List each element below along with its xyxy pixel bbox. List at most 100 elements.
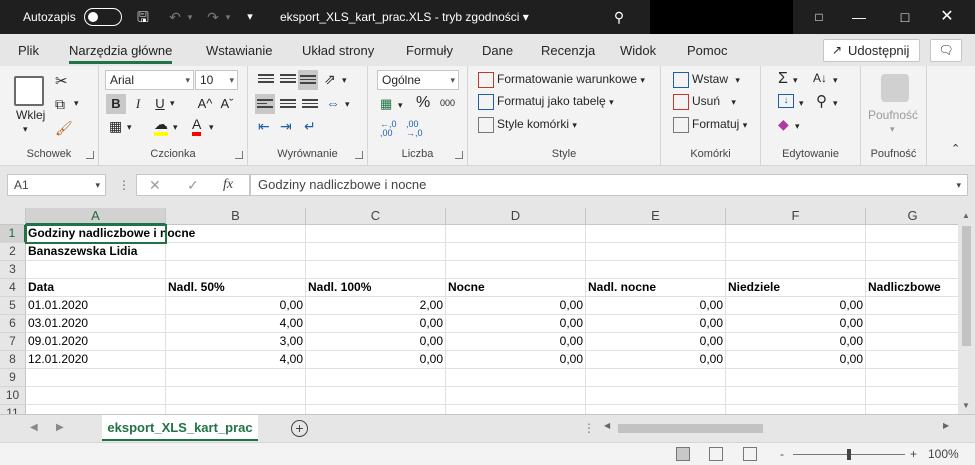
cell-d10[interactable] [446, 387, 586, 405]
borders-icon[interactable]: ▦ [109, 118, 122, 135]
normal-view-icon[interactable] [676, 447, 690, 461]
sort-dropdown-icon[interactable]: ▾ [833, 75, 838, 86]
orientation-dropdown-icon[interactable]: ▾ [342, 75, 347, 86]
cell-g2[interactable] [866, 243, 958, 261]
cell-a10[interactable] [26, 387, 166, 405]
formula-bar-grip-icon[interactable]: ⋮ [118, 178, 130, 192]
fill-dropdown-icon[interactable]: ▾ [173, 122, 178, 133]
row-header[interactable]: 1 [0, 225, 26, 243]
number-format-combo[interactable]: Ogólne ▾ [377, 70, 459, 90]
column-header-c[interactable]: C [306, 208, 446, 225]
spreadsheet-grid[interactable]: ABCDEFG 1 Godziny nadliczbowe i nocne 2 Ban… [0, 208, 958, 414]
cell-f6[interactable]: 0,00 [726, 315, 866, 333]
format-cells-button[interactable]: Formatuj ▾ [673, 117, 747, 133]
tab-data[interactable]: Dane [482, 43, 513, 58]
row-header[interactable]: 7 [0, 333, 26, 351]
cell-g4[interactable]: Nadliczbowe [866, 279, 958, 297]
row-header[interactable]: 3 [0, 261, 26, 279]
font-color-dropdown-icon[interactable]: ▾ [209, 122, 214, 133]
fill-color-icon[interactable]: ☁ [154, 116, 168, 136]
tab-plik[interactable]: Plik [18, 43, 39, 58]
increase-indent-icon[interactable]: ⇥ [280, 118, 292, 135]
bold-button[interactable]: B [106, 94, 126, 114]
cell-b7[interactable]: 3,00 [166, 333, 306, 351]
expand-formula-icon[interactable]: ▾ [956, 175, 961, 195]
cell-f7[interactable]: 0,00 [726, 333, 866, 351]
undo-icon[interactable]: ↶ [165, 8, 185, 26]
zoom-out-button[interactable]: - [780, 447, 784, 461]
accounting-format-icon[interactable]: ▦ [380, 96, 392, 112]
tab-review[interactable]: Recenzja [541, 43, 595, 58]
add-sheet-icon[interactable]: + [291, 420, 308, 437]
cell-b11[interactable] [166, 405, 306, 414]
cell-d6[interactable]: 0,00 [446, 315, 586, 333]
cell-a8[interactable]: 12.01.2020 [26, 351, 166, 369]
close-icon[interactable]: ✕ [924, 0, 970, 34]
vertical-scrollbar[interactable]: ▲ ▼ [958, 208, 975, 414]
zoom-level[interactable]: 100% [928, 447, 959, 461]
enter-icon[interactable]: ✓ [187, 177, 199, 194]
cell-c6[interactable]: 0,00 [306, 315, 446, 333]
search-icon[interactable]: ⚲ [610, 8, 628, 26]
cell-g1[interactable] [866, 225, 958, 243]
formula-input[interactable]: Godziny nadliczbowe i nocne ▾ [250, 174, 968, 196]
clipboard-launcher-icon[interactable] [86, 151, 94, 159]
row-header[interactable]: 11 [0, 405, 26, 414]
cell-a9[interactable] [26, 369, 166, 387]
cell-g6[interactable] [866, 315, 958, 333]
percent-button[interactable]: % [416, 94, 430, 112]
column-header-a[interactable]: A [26, 208, 166, 225]
row-header[interactable]: 10 [0, 387, 26, 405]
cell-e3[interactable] [586, 261, 726, 279]
cell-a3[interactable] [26, 261, 166, 279]
align-bottom-button[interactable] [298, 70, 318, 90]
comments-button[interactable]: 🗨 [930, 39, 962, 62]
font-size-combo[interactable]: 10 ▾ [195, 70, 238, 90]
copy-icon[interactable]: ⧉ [55, 96, 65, 113]
cell-a6[interactable]: 03.01.2020 [26, 315, 166, 333]
cell-f2[interactable] [726, 243, 866, 261]
customize-toolbar-icon[interactable]: ▾ [243, 8, 257, 26]
collapse-ribbon-icon[interactable]: ⌃ [951, 142, 960, 155]
sensitivity-icon[interactable] [881, 74, 909, 102]
autosave-toggle[interactable] [84, 8, 122, 26]
cell-d8[interactable]: 0,00 [446, 351, 586, 369]
align-center-icon[interactable] [280, 99, 296, 111]
cell-e6[interactable]: 0,00 [586, 315, 726, 333]
row-header[interactable]: 4 [0, 279, 26, 297]
undo-dropdown-icon[interactable]: ▾ [184, 8, 196, 26]
prev-sheet-icon[interactable]: ◀ [30, 422, 38, 433]
insert-function-icon[interactable]: fx [223, 177, 233, 193]
document-title[interactable]: eksport_XLS_kart_prac.XLS - tryb zgodnoś… [280, 10, 529, 24]
align-right-icon[interactable] [302, 99, 318, 111]
number-launcher-icon[interactable] [455, 151, 463, 159]
tab-help[interactable]: Pomoc [687, 43, 727, 58]
vertical-scroll-thumb[interactable] [962, 226, 971, 346]
cell-e7[interactable]: 0,00 [586, 333, 726, 351]
cell-g3[interactable] [866, 261, 958, 279]
redo-dropdown-icon[interactable]: ▾ [222, 8, 234, 26]
cell-g8[interactable] [866, 351, 958, 369]
row-header[interactable]: 5 [0, 297, 26, 315]
cell-f4[interactable]: Niedziele [726, 279, 866, 297]
cell-c4[interactable]: Nadl. 100% [306, 279, 446, 297]
column-header-b[interactable]: B [166, 208, 306, 225]
cell-g9[interactable] [866, 369, 958, 387]
fill-icon[interactable]: ↓ [778, 94, 794, 108]
thousands-separator-button[interactable]: 000 [440, 98, 455, 108]
cell-g10[interactable] [866, 387, 958, 405]
cell-g7[interactable] [866, 333, 958, 351]
underline-button[interactable]: U [150, 94, 170, 114]
cell-c9[interactable] [306, 369, 446, 387]
accounting-dropdown-icon[interactable]: ▾ [398, 100, 403, 111]
cell-a11[interactable] [26, 405, 166, 414]
tab-insert[interactable]: Wstawianie [206, 43, 272, 58]
cell-e4[interactable]: Nadl. nocne [586, 279, 726, 297]
cell-e9[interactable] [586, 369, 726, 387]
minimize-icon[interactable]: — [836, 0, 882, 34]
cell-g5[interactable] [866, 297, 958, 315]
scroll-down-icon[interactable]: ▼ [962, 401, 970, 410]
cell-d5[interactable]: 0,00 [446, 297, 586, 315]
cell-a1[interactable]: Godziny nadliczbowe i nocne [25, 224, 195, 244]
copy-dropdown-icon[interactable]: ▾ [74, 98, 79, 109]
